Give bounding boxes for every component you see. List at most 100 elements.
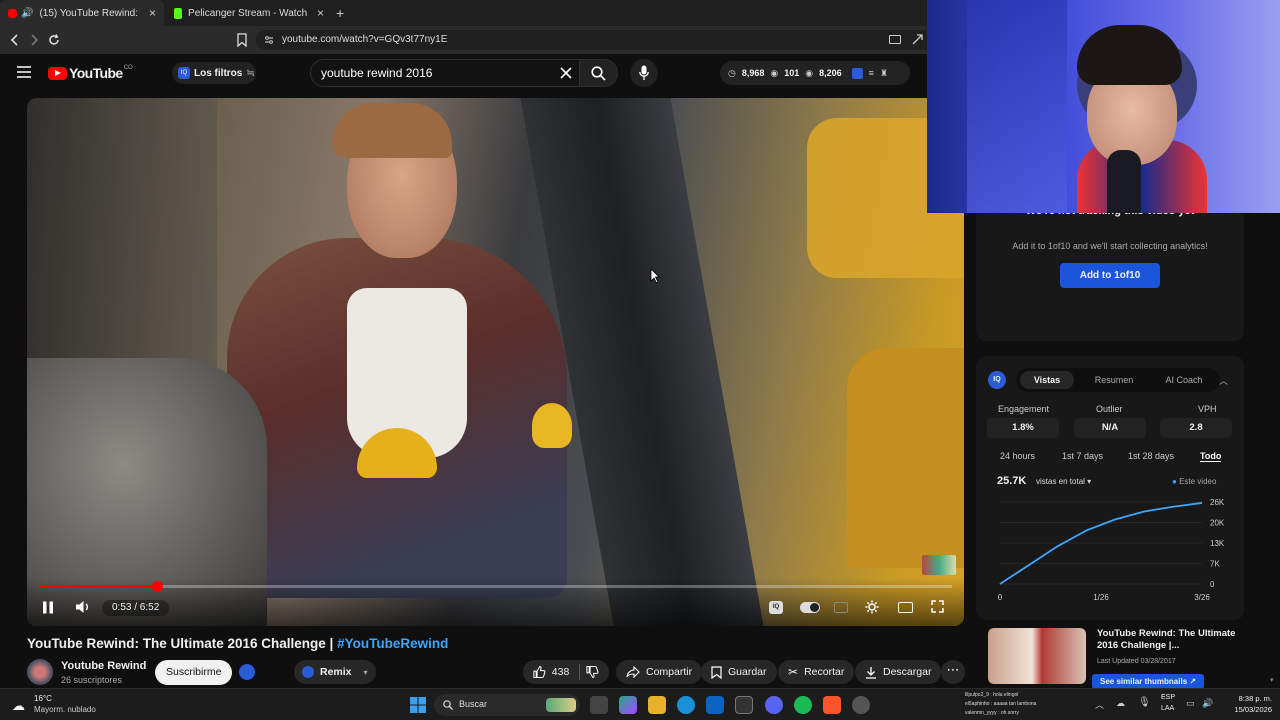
chart-legend: ● Este video (1172, 477, 1216, 486)
tab-youtube[interactable]: 🔊 (15) YouTube Rewind: The Ulti × (0, 0, 164, 26)
close-tab-icon[interactable]: × (149, 6, 156, 20)
tray-chevron-up-icon[interactable]: ︿ (1095, 698, 1104, 711)
channel-name[interactable]: Youtube Rewind (61, 660, 146, 672)
vidiq-stats-bar[interactable]: ◷ 8,968 ◉ 101 ◉ 8,206 ≡ ♜ (720, 61, 910, 85)
views-select[interactable]: vistas en total ▾ (1036, 477, 1091, 486)
related-video-title[interactable]: YouTube Rewind: The Ultimate 2016 Challe… (1097, 628, 1247, 651)
weather-description[interactable]: Mayorm. nublado (34, 705, 96, 714)
widgets-app-icon[interactable] (619, 696, 637, 714)
share-button[interactable]: Compartir (616, 660, 703, 684)
outlook-icon[interactable] (706, 696, 724, 714)
discord-icon[interactable] (765, 696, 783, 714)
keyboard-layout[interactable]: LAA (1161, 705, 1174, 712)
search-input[interactable]: youtube rewind 2016 (310, 59, 580, 87)
thumbs-down-icon[interactable] (586, 665, 599, 679)
fullscreen-icon[interactable] (931, 600, 944, 613)
share-page-icon[interactable] (911, 33, 924, 46)
thumbs-up-icon[interactable] (533, 665, 546, 679)
end-card-thumbnail[interactable] (922, 555, 956, 575)
tab-resumen[interactable]: Resumen (1084, 371, 1144, 389)
range-todo[interactable]: Todo (1200, 451, 1222, 462)
related-video-thumbnail[interactable] (988, 628, 1086, 684)
obs-icon[interactable] (852, 696, 870, 714)
download-button[interactable]: Descargar (855, 660, 942, 684)
site-info-icon[interactable] (264, 35, 274, 45)
shelf-background (967, 0, 1067, 213)
settings-gear-icon[interactable] (865, 600, 879, 614)
clip-button[interactable]: ✂ Recortar (778, 660, 855, 684)
search-button[interactable] (580, 59, 618, 87)
logo-text: YouTube (69, 65, 123, 81)
range-first-28-days[interactable]: 1st 28 days (1128, 451, 1174, 461)
save-button[interactable]: Guardar (701, 660, 777, 684)
keyboard-language[interactable]: ESP (1161, 694, 1175, 701)
task-view-icon[interactable] (590, 696, 608, 714)
oneof10-badge-icon[interactable] (239, 664, 255, 680)
volume-icon[interactable] (75, 600, 91, 614)
bookmark-icon[interactable] (236, 33, 248, 47)
range-24-hours[interactable]: 24 hours (1000, 451, 1035, 461)
hashtag-link[interactable]: #YouTubeRewind (337, 636, 448, 651)
divider (579, 664, 581, 680)
scrubber-handle[interactable] (151, 581, 163, 592)
scrollbar-arrow-down-icon[interactable]: ▾ (1270, 676, 1278, 686)
windows-start-icon[interactable] (410, 697, 426, 713)
spotify-icon[interactable] (794, 696, 812, 714)
volume-tray-icon[interactable]: 🔊 (1202, 698, 1213, 709)
subscribe-button[interactable]: Suscribirme (155, 660, 233, 685)
filters-button[interactable]: IQ Los filtros ≒ (172, 62, 256, 84)
more-actions-icon[interactable]: ⋯ (941, 660, 965, 684)
tab-ai-coach[interactable]: AI Coach (1152, 371, 1216, 389)
close-tab-icon[interactable]: × (317, 6, 324, 20)
see-similar-thumbnails-button[interactable]: See similar thumbnails ↗ (1092, 674, 1205, 689)
search-icon (443, 700, 453, 710)
eye-icon: ◉ (805, 67, 814, 78)
tray-cloud-icon[interactable]: ☁ (1116, 698, 1125, 709)
cast-icon[interactable] (889, 35, 901, 44)
edge-icon[interactable] (677, 696, 695, 714)
add-to-oneof10-button[interactable]: Add to 1of10 (1060, 263, 1160, 288)
progress-bar[interactable] (39, 581, 952, 592)
collapse-chevron-icon[interactable]: ︿ (1219, 374, 1228, 387)
back-icon[interactable] (8, 33, 22, 47)
streamer-hair (1077, 25, 1182, 85)
menu-icon[interactable] (17, 66, 31, 78)
forward-icon[interactable] (27, 33, 41, 47)
weather-temp[interactable]: 16°C (34, 694, 52, 703)
network-icon[interactable]: ▭ (1186, 698, 1195, 709)
youtube-favicon-icon (8, 8, 17, 18)
country-code: CO (123, 65, 133, 71)
range-first-7-days[interactable]: 1st 7 days (1062, 451, 1103, 461)
vidiq-player-icon[interactable]: IQ (769, 601, 783, 614)
legend-dot: ● (1172, 477, 1177, 486)
store-icon[interactable] (735, 696, 753, 714)
channel-avatar[interactable] (27, 659, 53, 685)
clock-time[interactable]: 8:38 p. m. (1216, 694, 1272, 703)
windows-taskbar: ☁ 16°C Mayorm. nublado Buscar lilpulpo2_… (0, 688, 1280, 720)
tab-title: Pelicanger Stream - Watch Live on Ki (188, 7, 309, 19)
address-bar[interactable]: youtube.com/watch?v=GQv3t77ny1E (256, 30, 936, 50)
x-tick-label: 1/26 (1093, 593, 1109, 602)
file-explorer-icon[interactable] (648, 696, 666, 714)
pause-icon[interactable] (42, 601, 54, 614)
y-tick-label: 7K (1210, 560, 1220, 569)
tab-vistas[interactable]: Vistas (1020, 371, 1074, 389)
voice-search-button[interactable] (630, 59, 658, 87)
youtube-logo[interactable]: YouTube CO (48, 65, 133, 81)
video-player[interactable]: 0:53 / 6:52 IQ (27, 98, 964, 626)
clock-date[interactable]: 15/03/2026 (1216, 705, 1272, 714)
tray-mic-icon[interactable]: 🎙 (1138, 697, 1151, 708)
subtitles-icon[interactable] (834, 602, 848, 613)
reload-icon[interactable] (47, 33, 61, 47)
remix-button[interactable]: Remix ▾ (294, 660, 376, 684)
metric-value-outlier: N/A (1074, 418, 1146, 438)
new-tab-button[interactable]: + (336, 5, 344, 21)
tab-kick[interactable]: Pelicanger Stream - Watch Live on Ki × (166, 0, 332, 26)
autoplay-toggle[interactable] (800, 602, 820, 613)
taskbar-search[interactable]: Buscar (434, 694, 580, 716)
sliders-icon: ≒ (246, 67, 255, 79)
microphone (1107, 150, 1141, 213)
brave-icon[interactable] (823, 696, 841, 714)
theater-mode-icon[interactable] (898, 602, 913, 613)
clear-search-icon[interactable] (560, 67, 572, 79)
